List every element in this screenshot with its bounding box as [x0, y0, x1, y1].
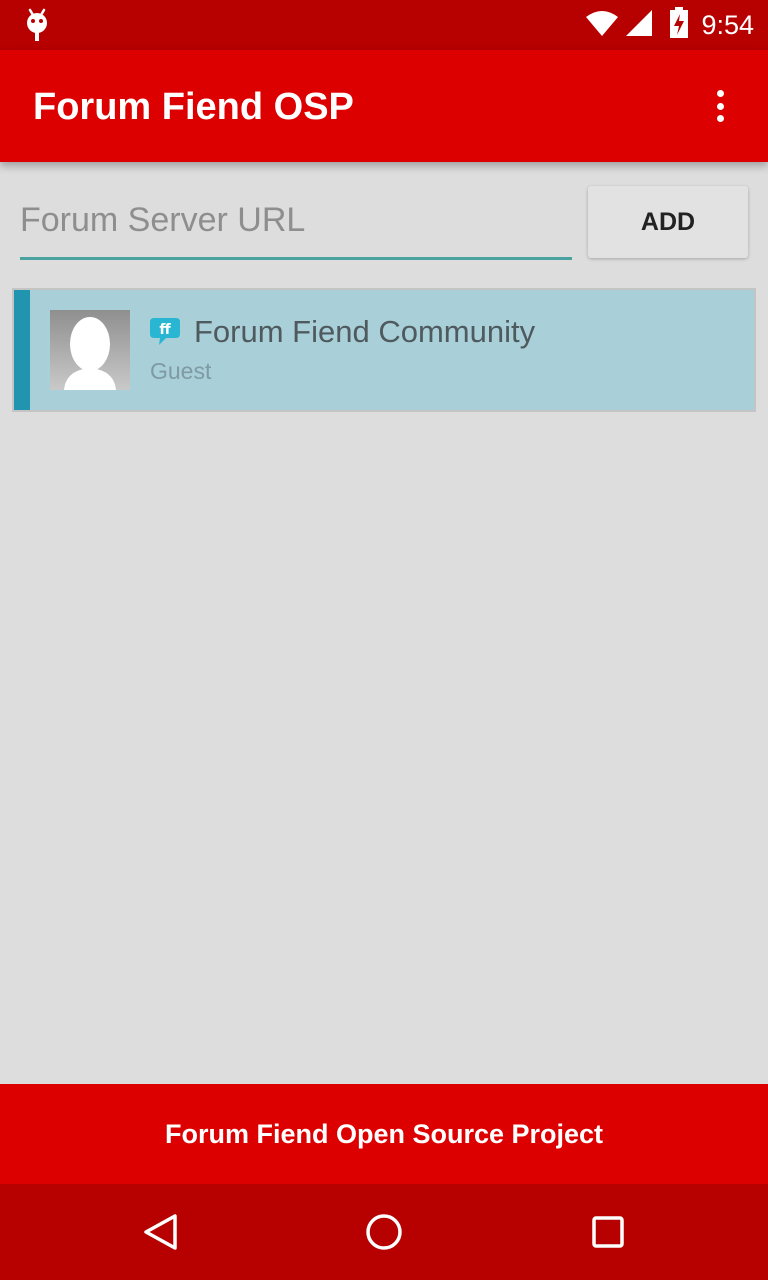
overflow-menu-icon[interactable] [700, 86, 740, 126]
recents-icon[interactable] [584, 1208, 632, 1256]
system-nav-bar [0, 1184, 768, 1280]
selection-accent-bar [14, 290, 30, 410]
default-avatar-icon [50, 310, 130, 390]
forum-user-status: Guest [150, 358, 212, 384]
svg-text:ff: ff [159, 322, 171, 338]
android-debug-icon [22, 8, 52, 47]
battery-charging-icon [669, 6, 689, 44]
forum-url-input[interactable] [20, 190, 572, 250]
status-time: 9:54 [701, 9, 754, 40]
footer-text: Forum Fiend Open Source Project [164, 1118, 604, 1149]
forum-url-field [20, 190, 572, 260]
cell-signal-icon [625, 9, 653, 42]
wifi-icon [585, 9, 619, 42]
forum-list-item[interactable]: ff Forum Fiend Community Guest [12, 288, 756, 412]
forum-name: Forum Fiend Community [194, 314, 536, 349]
status-bar: 9:54 [0, 0, 768, 50]
app-bar: Forum Fiend OSP [0, 50, 768, 162]
home-icon[interactable] [360, 1208, 408, 1256]
back-icon[interactable] [136, 1208, 184, 1256]
forum-fiend-icon: ff [150, 316, 182, 351]
add-button[interactable]: ADD [588, 186, 748, 258]
footer-banner[interactable]: Forum Fiend Open Source Project [0, 1084, 768, 1184]
app-title: Forum Fiend OSP [33, 86, 354, 128]
